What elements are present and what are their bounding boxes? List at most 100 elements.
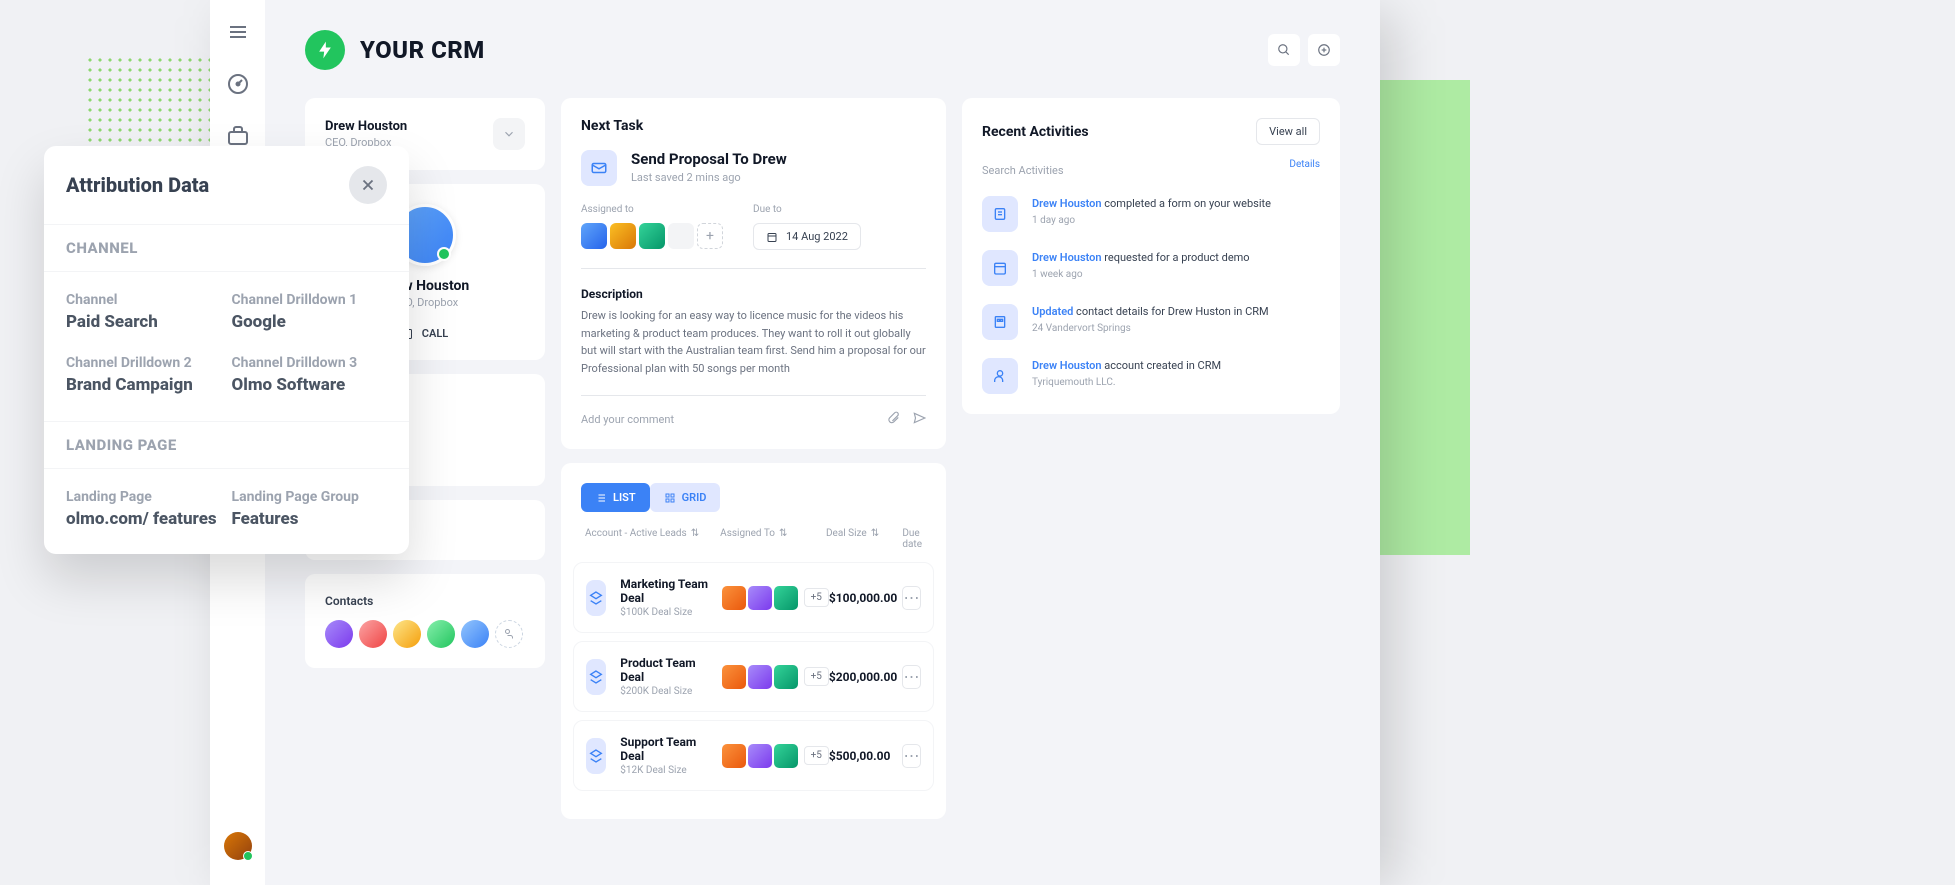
grid-view-button[interactable]: GRID [650, 483, 721, 512]
due-date-picker[interactable]: 14 Aug 2022 [753, 223, 861, 250]
activity-icon [982, 304, 1018, 340]
attach-icon[interactable] [886, 410, 900, 429]
gauge-icon[interactable] [226, 72, 250, 96]
deal-title: Marketing Team Deal [620, 577, 721, 605]
topbar-actions [1268, 34, 1340, 66]
deal-menu-button[interactable]: ⋯ [902, 665, 921, 689]
list-view-button[interactable]: LIST [581, 483, 650, 512]
deal-row[interactable]: Product Team Deal$200K Deal Size +5 $200… [573, 641, 934, 712]
contact-avatar[interactable] [393, 620, 421, 648]
brand-name: YOUR CRM [360, 36, 485, 64]
activity-text: Updated contact details for Drew Huston … [1032, 304, 1269, 321]
send-icon[interactable] [912, 410, 926, 429]
add-contact-button[interactable] [495, 620, 523, 648]
activity-item[interactable]: Drew Houston account created in CRM Tyri… [982, 358, 1320, 394]
deal-row[interactable]: Support Team Deal$12K Deal Size +5 $500,… [573, 720, 934, 791]
activity-time: 24 Vandervort Springs [1032, 323, 1269, 334]
th-account[interactable]: Account - Active Leads⇅ [585, 528, 720, 550]
deal-more[interactable]: +5 [804, 667, 829, 686]
deal-sub: $200K Deal Size [620, 686, 721, 697]
task-saved: Last saved 2 mins ago [631, 171, 787, 184]
deals-table-head: Account - Active Leads⇅ Assigned To⇅ Dea… [573, 528, 934, 562]
user-avatar[interactable] [224, 832, 252, 860]
deals-body: Marketing Team Deal $100K Deal Size +5 $1… [573, 562, 934, 791]
details-link[interactable]: Details [1289, 159, 1320, 170]
field-channel: Channel Paid Search [66, 292, 222, 333]
deal-size: $200,000.00 [829, 670, 902, 684]
deal-more[interactable]: +5 [804, 588, 829, 607]
activity-icon [982, 250, 1018, 286]
deal-icon [586, 580, 606, 616]
contact-dropdown[interactable] [493, 118, 525, 150]
col-mid: Next Task Send Proposal To Drew Last sav… [561, 98, 946, 819]
activity-item[interactable]: Drew Houston requested for a product dem… [982, 250, 1320, 286]
th-size[interactable]: Deal Size⇅ [826, 528, 902, 550]
contacts-avatars [325, 620, 525, 648]
call-label: CALL [422, 327, 448, 340]
close-button[interactable] [349, 166, 387, 204]
task-section-title: Next Task [581, 118, 926, 134]
deal-avatar[interactable] [748, 586, 772, 610]
field-drilldown-3: Channel Drilldown 3 Olmo Software [232, 355, 388, 396]
activities-title: Recent Activities [982, 124, 1089, 140]
assignee-avatar[interactable] [581, 223, 607, 249]
view-all-button[interactable]: View all [1256, 118, 1320, 145]
deal-row[interactable]: Marketing Team Deal $100K Deal Size +5 $1… [573, 562, 934, 633]
activity-item[interactable]: Drew Houston completed a form on your we… [982, 196, 1320, 232]
columns: Drew Houston CEO, Dropbox Drew Houston C… [305, 98, 1340, 819]
search-button[interactable] [1268, 34, 1300, 66]
contact-name: Drew Houston [325, 119, 407, 134]
main: YOUR CRM Drew Houston CEO, Dropbox [265, 0, 1380, 885]
deal-avatar[interactable] [722, 586, 746, 610]
deal-avatar[interactable] [748, 744, 772, 768]
assignee-avatar[interactable] [639, 223, 665, 249]
description-label: Description [581, 287, 926, 301]
description-text: Drew is looking for an easy way to licen… [581, 307, 926, 377]
comment-input[interactable]: Add your comment [581, 413, 886, 426]
topbar: YOUR CRM [305, 30, 1340, 70]
hamburger-icon[interactable] [226, 20, 250, 44]
add-assignee-button[interactable]: + [697, 223, 723, 249]
th-due[interactable]: Due date [902, 528, 922, 550]
deal-avatar[interactable] [722, 744, 746, 768]
contact-avatar[interactable] [461, 620, 489, 648]
deal-assignees: +5 [722, 665, 829, 689]
deal-assignees: +5 [722, 744, 829, 768]
activity-text: Drew Houston requested for a product dem… [1032, 250, 1250, 267]
deal-avatar[interactable] [774, 586, 798, 610]
activity-text: Drew Houston completed a form on your we… [1032, 196, 1271, 213]
assignee-avatar[interactable] [668, 223, 694, 249]
deal-avatar[interactable] [748, 665, 772, 689]
deal-assignees: +5 [722, 586, 829, 610]
activity-item[interactable]: Updated contact details for Drew Huston … [982, 304, 1320, 340]
deal-icon [586, 738, 606, 774]
field-landing-page-group: Landing Page Group Features [232, 489, 388, 530]
assignee-avatar[interactable] [610, 223, 636, 249]
contact-avatar[interactable] [325, 620, 353, 648]
deal-avatar[interactable] [774, 744, 798, 768]
deal-menu-button[interactable]: ⋯ [902, 586, 921, 610]
task-card: Next Task Send Proposal To Drew Last sav… [561, 98, 946, 449]
deal-sub: $100K Deal Size [620, 607, 721, 618]
activity-time: 1 week ago [1032, 269, 1250, 280]
section-channel: CHANNEL [44, 224, 409, 272]
activity-time: 1 day ago [1032, 215, 1271, 226]
modal-title: Attribution Data [66, 173, 209, 197]
contact-avatar[interactable] [359, 620, 387, 648]
deal-size: $100,000.00 [829, 591, 902, 605]
attribution-modal: Attribution Data CHANNEL Channel Paid Se… [44, 146, 409, 554]
assignee-group: + [581, 223, 723, 249]
deal-size: $500,00.00 [829, 749, 902, 763]
deal-avatar[interactable] [774, 665, 798, 689]
contact-avatar[interactable] [427, 620, 455, 648]
th-assigned[interactable]: Assigned To⇅ [720, 528, 826, 550]
deal-menu-button[interactable]: ⋯ [902, 744, 921, 768]
deal-avatar[interactable] [722, 665, 746, 689]
activities-card: Recent Activities View all Search Activi… [962, 98, 1340, 414]
briefcase-icon[interactable] [226, 124, 250, 148]
deal-more[interactable]: +5 [804, 746, 829, 765]
logo-icon [305, 30, 345, 70]
search-activities-input[interactable]: Search Activities [982, 164, 1064, 177]
deal-sub: $12K Deal Size [620, 765, 721, 776]
add-button[interactable] [1308, 34, 1340, 66]
